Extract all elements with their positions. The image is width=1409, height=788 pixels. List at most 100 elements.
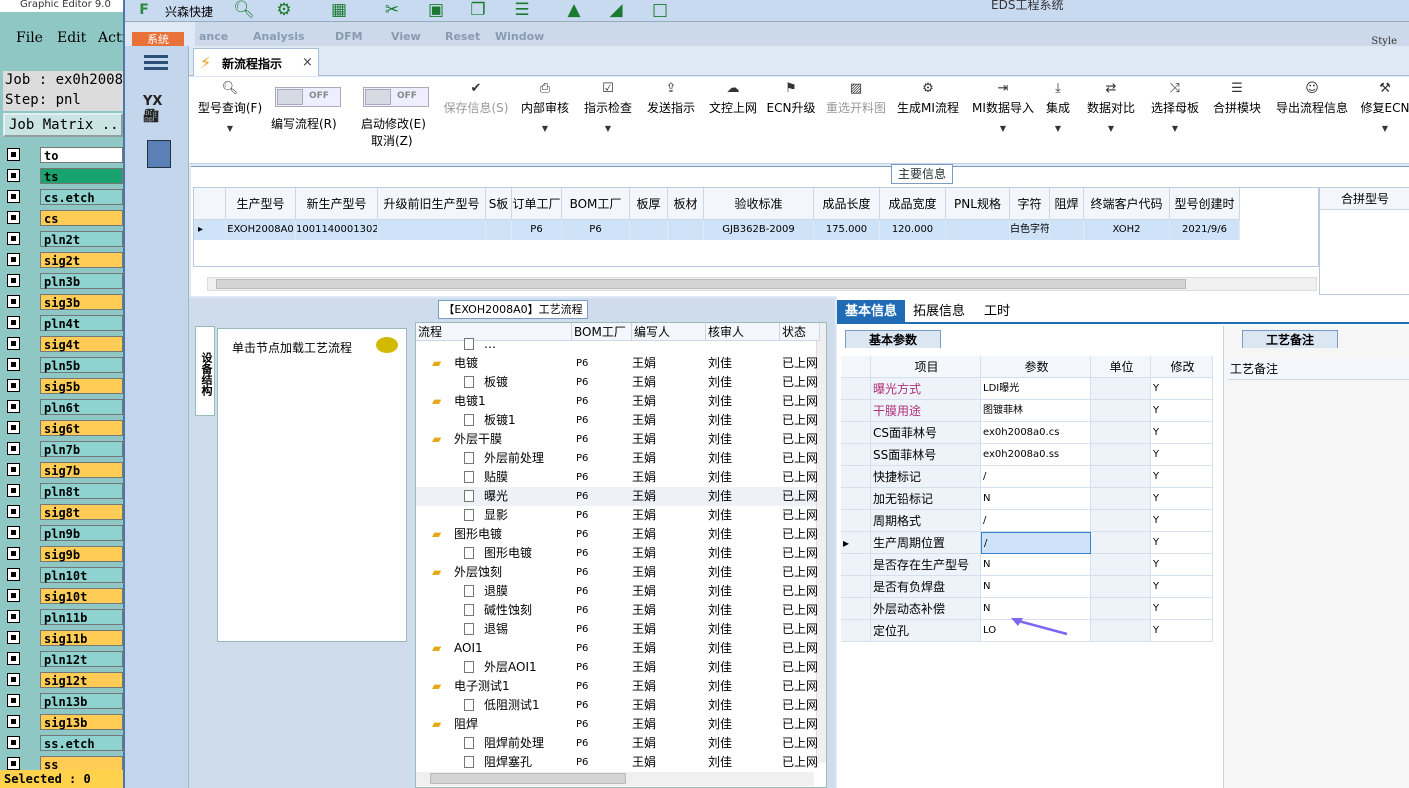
tab-extended-info[interactable]: 拓展信息 <box>909 300 969 324</box>
layer-checkbox[interactable] <box>7 400 20 413</box>
layer-name[interactable]: pln13b <box>40 693 123 709</box>
tree-row[interactable]: ▰ 外层蚀刻 P6 王娟 刘佳 已上网 <box>416 563 818 582</box>
layer-checkbox[interactable] <box>7 190 20 203</box>
internal-review-button[interactable]: ⎙ 内部审核 ▼ <box>517 77 573 162</box>
search-icon[interactable]: 🔍︎ <box>233 0 255 20</box>
tab-new-flow[interactable]: ⚡ 新流程指示 × <box>193 48 319 76</box>
user-icon[interactable]: ▲ <box>563 0 585 20</box>
layer-name[interactable]: to <box>40 147 123 163</box>
scissors-icon[interactable]: ✂ <box>381 0 403 20</box>
film-icon[interactable]: ▣ <box>425 0 447 20</box>
layer-row[interactable]: pln6t <box>3 397 123 418</box>
table-cell[interactable]: XOH2 <box>1084 220 1170 240</box>
tree-row[interactable]: ▰ 外层干膜 P6 王娟 刘佳 已上网 <box>416 430 818 449</box>
table-cell[interactable] <box>486 220 512 240</box>
integrate-button[interactable]: ⤓ 集成 ▼ <box>1043 77 1073 162</box>
layer-row[interactable]: pln5b <box>3 355 123 376</box>
param-value[interactable]: LDI曝光 <box>981 378 1091 400</box>
layer-checkbox[interactable] <box>7 358 20 371</box>
layer-row[interactable]: sig5b <box>3 376 123 397</box>
layer-row[interactable]: pln3b <box>3 271 123 292</box>
tree-row[interactable]: ▰ 图形电镀 P6 王娟 刘佳 已上网 <box>416 525 818 544</box>
layer-checkbox[interactable] <box>7 673 20 686</box>
layer-checkbox[interactable] <box>7 736 20 749</box>
layer-name[interactable]: pln5b <box>40 357 123 373</box>
column-header[interactable]: 升级前旧生产型号 <box>378 188 486 220</box>
layer-row[interactable]: pln10t <box>3 565 123 586</box>
side-tab-equipment[interactable]: 设备结构 <box>195 326 215 416</box>
select-mother-button[interactable]: ⤨ 选择母板 ▼ <box>1147 77 1203 162</box>
layer-row[interactable]: pln13b <box>3 691 123 712</box>
tree-row[interactable]: … <box>416 335 816 354</box>
layer-name[interactable]: sig13b <box>40 714 123 730</box>
layer-row[interactable]: to <box>3 145 123 166</box>
layer-checkbox[interactable] <box>7 505 20 518</box>
layer-name[interactable]: ts <box>40 168 123 184</box>
table-cell[interactable]: GJB362B-2009 <box>704 220 814 240</box>
tree-row[interactable]: ▰ 电镀 P6 王娟 刘佳 已上网 <box>416 354 818 373</box>
column-header[interactable]: 修改 <box>1151 356 1213 378</box>
tree-row[interactable]: 外层前处理 P6 王娟 刘佳 已上网 <box>416 449 818 468</box>
tree-row[interactable]: ▰ 电镀1 P6 王娟 刘佳 已上网 <box>416 392 818 411</box>
modify-ecn-button[interactable]: ⚒ 修复ECN ▼ <box>1359 77 1409 162</box>
table-cell[interactable] <box>668 220 704 240</box>
layer-name[interactable]: pln2t <box>40 231 123 247</box>
column-header[interactable]: 成品宽度 <box>880 188 946 220</box>
param-value[interactable]: N <box>981 576 1091 598</box>
menu-edit[interactable]: Edit <box>57 30 86 46</box>
tab-work-hours[interactable]: 工时 <box>977 300 1017 324</box>
layer-name[interactable]: sig11b <box>40 630 123 646</box>
tree-row[interactable]: 显影 P6 王娟 刘佳 已上网 <box>416 506 818 525</box>
layer-name[interactable]: sig6t <box>40 420 123 436</box>
tab-basic-info[interactable]: 基本信息 <box>837 300 905 324</box>
layer-name[interactable]: pln4t <box>40 315 123 331</box>
layer-checkbox[interactable] <box>7 652 20 665</box>
layer-name[interactable]: sig3b <box>40 294 123 310</box>
layer-row[interactable]: sig3b <box>3 292 123 313</box>
layer-checkbox[interactable] <box>7 274 20 287</box>
table-cell[interactable]: 120.000 <box>880 220 946 240</box>
table-cell[interactable]: 10011400013027 <box>296 220 378 240</box>
layer-row[interactable]: sig8t <box>3 502 123 523</box>
yx-factory-icon[interactable]: YX 🏭︎ <box>143 94 177 126</box>
column-header[interactable]: PNL规格 <box>946 188 1010 220</box>
table-cell[interactable]: P6 <box>512 220 562 240</box>
layer-checkbox[interactable] <box>7 421 20 434</box>
tree-row[interactable]: 板镀 P6 王娟 刘佳 已上网 <box>416 373 818 392</box>
settings-icon[interactable]: ⚙ <box>273 0 295 20</box>
start-edit-label[interactable]: 启动修改(E) <box>361 115 426 132</box>
layer-name[interactable]: pln12t <box>40 651 123 667</box>
column-header[interactable]: 参数 <box>981 356 1091 378</box>
generate-mi-button[interactable]: ⚙ 生成MI流程 <box>895 77 961 162</box>
column-header[interactable]: 成品长度 <box>814 188 880 220</box>
layer-name[interactable]: pln9b <box>40 525 123 541</box>
layer-name[interactable]: cs.etch <box>40 189 123 205</box>
layer-row[interactable]: sig4t <box>3 334 123 355</box>
layer-checkbox[interactable] <box>7 610 20 623</box>
tree-row[interactable]: 板镀1 P6 王娟 刘佳 已上网 <box>416 411 818 430</box>
layer-checkbox[interactable] <box>7 148 20 161</box>
tree-row[interactable]: ▰ 阻焊 P6 王娟 刘佳 已上网 <box>416 715 818 734</box>
layer-checkbox[interactable] <box>7 589 20 602</box>
layer-checkbox[interactable] <box>7 547 20 560</box>
job-matrix-button[interactable]: Job Matrix ... <box>3 113 123 137</box>
layer-row[interactable]: ss.etch <box>3 733 123 754</box>
table-cell[interactable] <box>630 220 668 240</box>
column-header[interactable]: 生产型号 <box>226 188 296 220</box>
layer-checkbox[interactable] <box>7 253 20 266</box>
layer-row[interactable]: sig2t <box>3 250 123 271</box>
layer-name[interactable]: pln8t <box>40 483 123 499</box>
param-value[interactable]: N <box>981 554 1091 576</box>
tree-row[interactable]: 阻焊塞孔 P6 王娟 刘佳 已上网 <box>416 753 818 772</box>
layer-row[interactable]: pln9b <box>3 523 123 544</box>
table-cell[interactable] <box>378 220 486 240</box>
layer-row[interactable]: pln12t <box>3 649 123 670</box>
horizontal-scrollbar[interactable] <box>416 772 814 786</box>
tree-row[interactable]: 阻焊前处理 P6 王娟 刘佳 已上网 <box>416 734 818 753</box>
layer-checkbox[interactable] <box>7 232 20 245</box>
column-header[interactable]: 验收标准 <box>704 188 814 220</box>
param-value[interactable]: / <box>981 532 1091 554</box>
layer-row[interactable]: pln8t <box>3 481 123 502</box>
tree-row[interactable]: 低阻测试1 P6 王娟 刘佳 已上网 <box>416 696 818 715</box>
table-cell[interactable]: P6 <box>562 220 630 240</box>
